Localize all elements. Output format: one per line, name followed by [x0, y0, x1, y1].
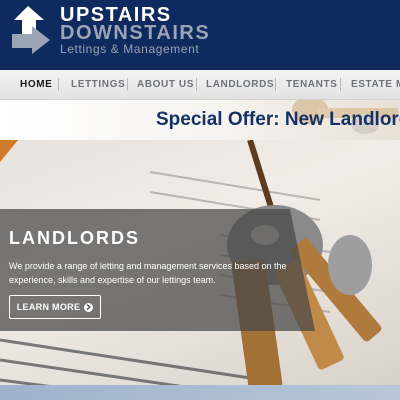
special-offer-banner[interactable]: Special Offer: New Landlords pay 0%	[0, 100, 400, 140]
main-nav: HOME LETTINGS ABOUT US LANDLORDS TENANTS…	[0, 70, 400, 100]
nav-item-about-us[interactable]: ABOUT US	[137, 79, 194, 91]
footer-strip	[0, 385, 400, 400]
special-offer-text: Special Offer: New Landlords pay 0%	[156, 109, 400, 130]
nav-divider	[196, 78, 197, 91]
site-header: UPSTAIRS DOWNSTAIRS Lettings & Managemen…	[0, 0, 400, 70]
nav-item-lettings[interactable]: LETTINGS	[71, 79, 125, 91]
nav-item-home[interactable]: HOME	[20, 79, 52, 91]
nav-divider	[127, 78, 128, 91]
hero-description: We provide a range of letting and manage…	[9, 261, 287, 285]
nav-item-landlords[interactable]: LANDLORDS	[206, 79, 274, 91]
nav-divider	[58, 78, 59, 91]
nav-divider	[275, 78, 276, 91]
logo-subtitle: Lettings & Management	[60, 42, 200, 56]
nav-divider	[340, 78, 341, 91]
hero-title: LANDLORDS	[9, 228, 140, 248]
learn-more-button[interactable]: LEARN MORE	[9, 295, 101, 319]
house-arrows-icon[interactable]	[8, 6, 56, 56]
logo-title-downstairs[interactable]: DOWNSTAIRS	[60, 23, 210, 43]
nav-item-tenants[interactable]: TENANTS	[286, 79, 337, 91]
learn-more-label: LEARN MORE	[16, 302, 81, 312]
nav-item-estate-management[interactable]: ESTATE MA	[351, 79, 400, 91]
chevron-right-circle-icon	[84, 302, 94, 312]
